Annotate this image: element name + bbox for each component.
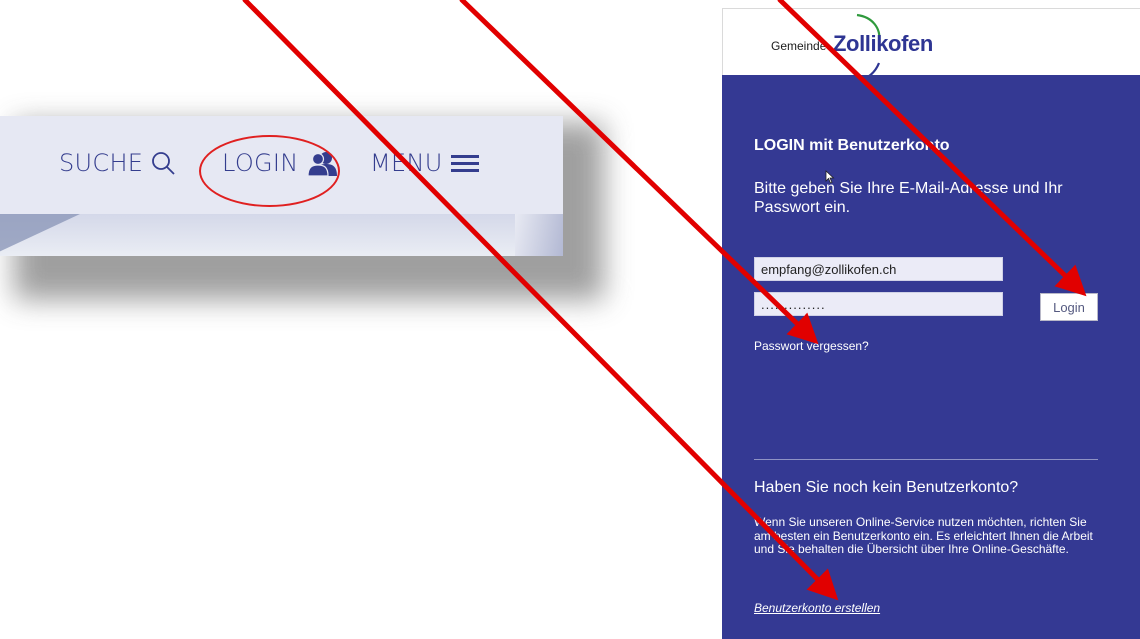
annotation-arrows: [242, 0, 1087, 601]
arrow-to-login-button: [777, 0, 1087, 297]
arrow-to-forgot-password: [459, 0, 819, 345]
arrow-to-create-account: [242, 0, 839, 601]
